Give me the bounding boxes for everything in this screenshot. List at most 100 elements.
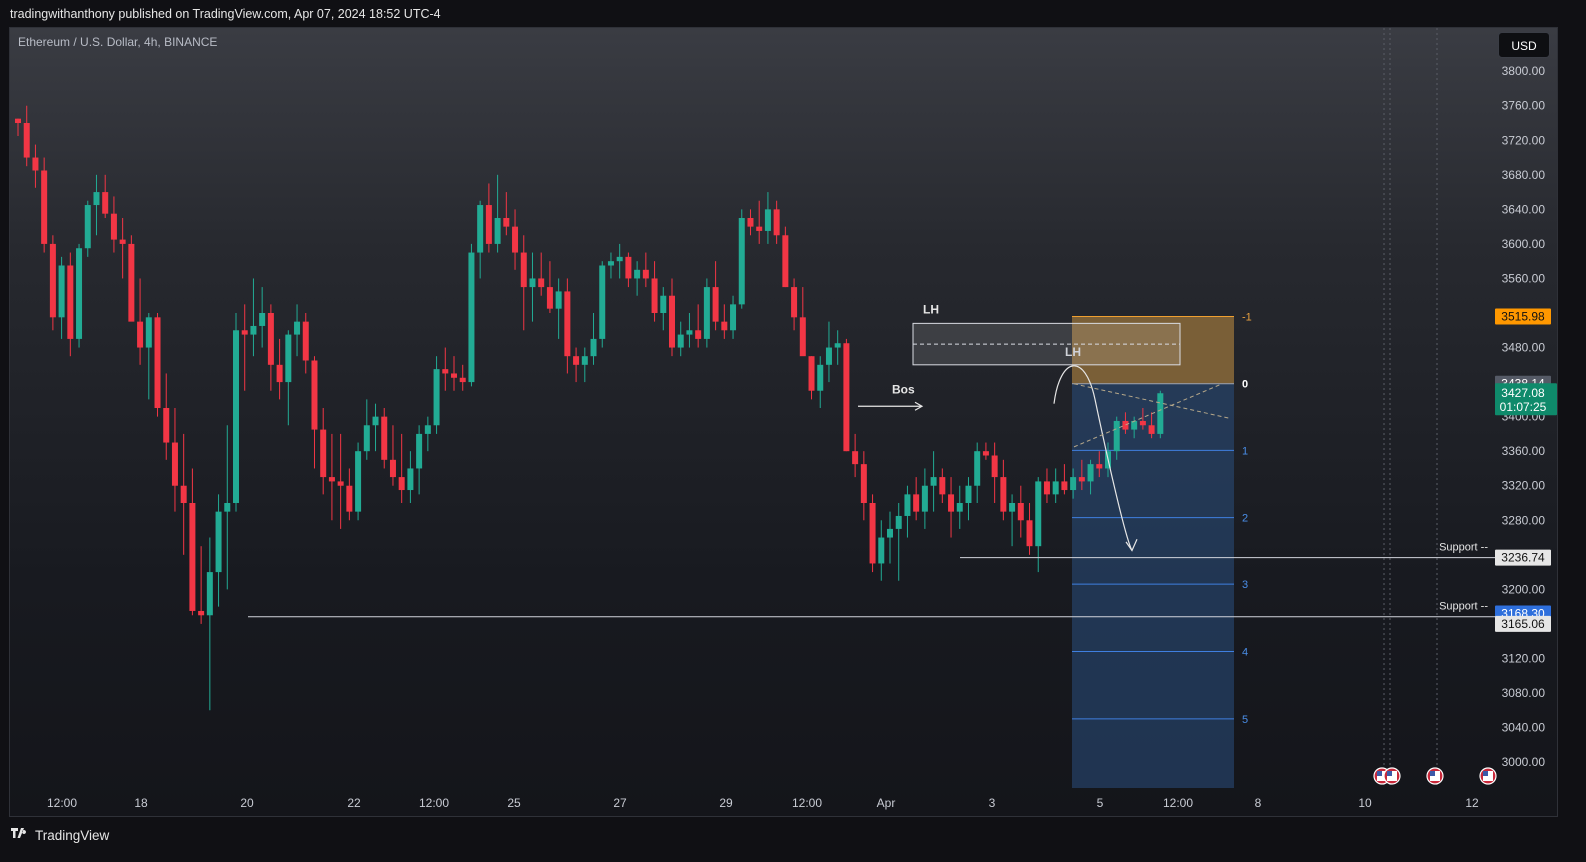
candle-body bbox=[477, 205, 484, 253]
candle-body bbox=[974, 451, 981, 486]
candle-body bbox=[817, 364, 824, 391]
symbol-title: Ethereum / U.S. Dollar, 4h, BINANCE bbox=[18, 35, 218, 49]
price-tag-text: 3165.06 bbox=[1501, 617, 1545, 631]
candle-body bbox=[285, 334, 292, 383]
candle-body bbox=[712, 287, 719, 322]
candle-body bbox=[241, 330, 248, 335]
support-label: Support -- bbox=[1439, 542, 1488, 554]
candle-body bbox=[1000, 477, 1007, 512]
price-tick-label: 3760.00 bbox=[1502, 99, 1546, 113]
candle-body bbox=[407, 468, 414, 491]
candle-body bbox=[328, 477, 335, 482]
candle-body bbox=[23, 123, 30, 158]
price-tick-label: 3640.00 bbox=[1502, 202, 1546, 216]
candle-body bbox=[669, 295, 675, 348]
time-tick-label: 10 bbox=[1358, 796, 1372, 810]
us-flag-icon bbox=[1426, 767, 1444, 785]
time-tick-label: 12:00 bbox=[47, 796, 77, 810]
candle-body bbox=[555, 291, 562, 309]
footer-brand[interactable]: TradingView bbox=[10, 825, 109, 845]
candle-body bbox=[76, 248, 83, 339]
candle-body bbox=[398, 477, 405, 491]
fib-level-label: 3 bbox=[1242, 579, 1248, 591]
candle-body bbox=[93, 192, 100, 206]
candle-body bbox=[224, 503, 231, 512]
price-tick-label: 3320.00 bbox=[1502, 479, 1546, 493]
candle-body bbox=[1061, 481, 1068, 491]
candle-body bbox=[887, 528, 893, 538]
candle-body bbox=[171, 442, 178, 486]
us-flag-icon bbox=[1479, 767, 1497, 785]
candle-body bbox=[738, 218, 745, 305]
candle-body bbox=[128, 243, 135, 322]
candle-body bbox=[756, 226, 763, 231]
candle-body bbox=[939, 477, 946, 495]
candle-body bbox=[825, 347, 832, 365]
candle-body bbox=[259, 313, 266, 326]
candle-body bbox=[965, 485, 972, 503]
fib-level-label: -1 bbox=[1242, 311, 1252, 323]
candle-body bbox=[346, 485, 353, 512]
support-label: Support -- bbox=[1439, 601, 1488, 613]
flag-canton bbox=[1483, 771, 1488, 776]
candle-body bbox=[1026, 520, 1033, 547]
chart-svg[interactable]: -1012345 Support --Support --LHLHBos 300… bbox=[10, 28, 1558, 817]
candle-body bbox=[520, 252, 527, 288]
candle-body bbox=[695, 330, 702, 339]
candle-body bbox=[799, 317, 806, 357]
candle-body bbox=[782, 235, 789, 288]
candle-body bbox=[84, 205, 91, 249]
candle-body bbox=[145, 317, 152, 348]
time-tick-label: 22 bbox=[347, 796, 361, 810]
candle-body bbox=[58, 265, 65, 318]
brand-name: TradingView bbox=[35, 827, 110, 843]
price-tick-label: 3680.00 bbox=[1502, 168, 1546, 182]
candle-body bbox=[991, 455, 998, 478]
grid-layer bbox=[1383, 28, 1438, 788]
candle-body bbox=[1087, 464, 1094, 482]
chart-frame[interactable]: -1 0 1 2 3 4 5 Support -- Support -- LH LH Bos 300… bbox=[9, 27, 1558, 817]
candle-body bbox=[930, 477, 937, 486]
lh-label: LH bbox=[1065, 345, 1081, 359]
candle-body bbox=[180, 485, 187, 503]
flag-canton bbox=[1377, 771, 1382, 776]
time-tick-label: 27 bbox=[613, 796, 627, 810]
candle-body bbox=[41, 170, 48, 244]
candle-body bbox=[1139, 420, 1146, 426]
price-tick-label: 3600.00 bbox=[1502, 237, 1546, 251]
time-tick-label: 3 bbox=[989, 796, 996, 810]
currency-button[interactable]: USD bbox=[1498, 32, 1550, 58]
candle-body bbox=[982, 451, 989, 456]
candle-body bbox=[49, 243, 56, 318]
candle-body bbox=[843, 343, 850, 452]
time-tick-label: 5 bbox=[1097, 796, 1104, 810]
candle-body bbox=[764, 209, 771, 231]
projection-zone bbox=[1072, 383, 1234, 788]
price-tick-label: 3480.00 bbox=[1502, 341, 1546, 355]
us-flag-icon bbox=[1383, 767, 1401, 785]
candle-body bbox=[1070, 477, 1077, 491]
candle-body bbox=[1052, 481, 1059, 495]
candle-body bbox=[451, 373, 457, 378]
candle-body bbox=[468, 252, 475, 383]
candle-body bbox=[564, 291, 571, 357]
candle-body bbox=[389, 459, 396, 478]
candle-body bbox=[1157, 393, 1164, 434]
price-tick-label: 3360.00 bbox=[1502, 444, 1546, 458]
candle-body bbox=[250, 325, 257, 335]
bos-label: Bos bbox=[892, 382, 915, 396]
tradingview-logo-icon bbox=[11, 828, 27, 838]
candle-body bbox=[581, 356, 588, 365]
price-tick-label: 3720.00 bbox=[1502, 133, 1546, 147]
time-tick-label: 12 bbox=[1465, 796, 1479, 810]
price-tick-label: 3120.00 bbox=[1502, 651, 1546, 665]
candle-body bbox=[913, 494, 920, 512]
candle-body bbox=[163, 408, 170, 443]
candle-body bbox=[948, 494, 955, 512]
candle-body bbox=[67, 265, 74, 339]
candle-body bbox=[381, 416, 388, 460]
price-tag-text: 3515.98 bbox=[1501, 309, 1545, 323]
candle-body bbox=[651, 278, 658, 313]
fib-level-label: 0 bbox=[1242, 379, 1248, 391]
candle-body bbox=[424, 425, 431, 434]
